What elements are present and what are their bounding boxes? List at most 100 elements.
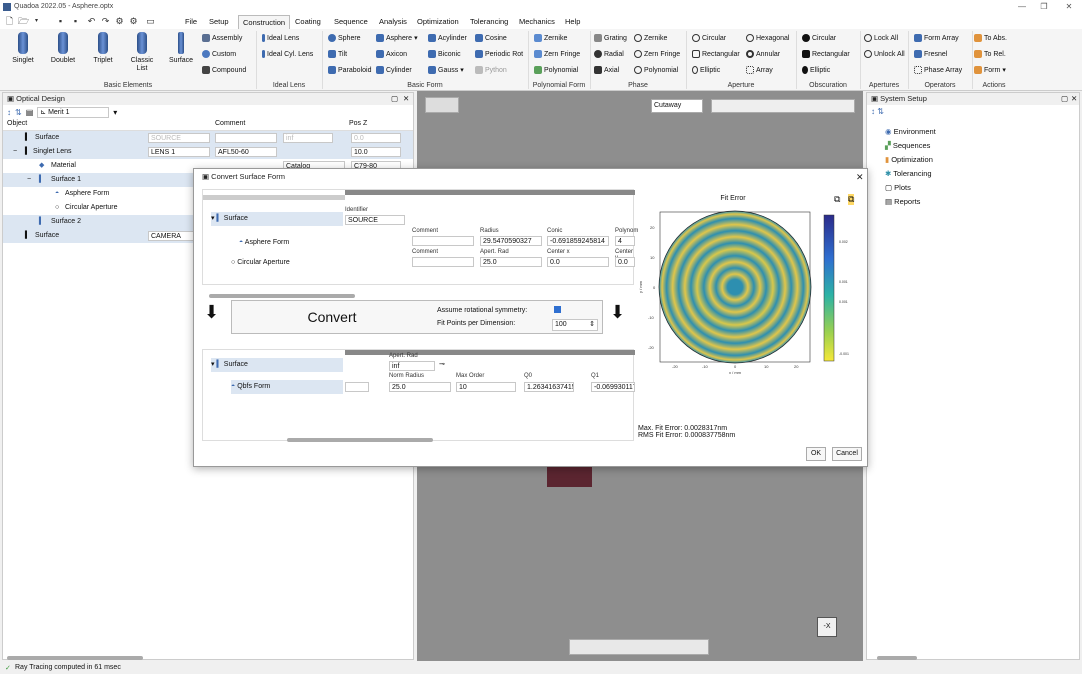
menu-optimization[interactable]: Optimization [413, 17, 463, 26]
system-icon[interactable]: ⚙ [128, 16, 139, 26]
export-icon[interactable]: ⧉ [848, 194, 855, 205]
link-icon[interactable]: ⊸ [439, 360, 445, 368]
axial-button[interactable]: Axial [594, 64, 627, 76]
restore-icon[interactable]: ❐ [1037, 2, 1051, 13]
close-icon[interactable]: ✕ [1062, 2, 1076, 13]
close-icon[interactable]: ✕ [856, 172, 864, 183]
to-abs-button[interactable]: To Abs. [974, 32, 1007, 44]
asphere-form-row[interactable]: ◓ Asphere Form [239, 236, 289, 250]
cosine-button[interactable]: Cosine [475, 32, 523, 44]
acylinder-button[interactable]: Acylinder [428, 32, 467, 44]
phase-zern-fringe-button[interactable]: Zern Fringe [634, 48, 680, 60]
cutaway-select[interactable]: Cutaway [651, 99, 703, 113]
viewport-toolbar[interactable] [711, 99, 855, 113]
dropdown-icon[interactable]: ▾ [31, 16, 42, 26]
assume-symmetry-checkbox[interactable] [554, 306, 561, 313]
merit-select[interactable]: ⊾ Merit 1 [37, 106, 110, 118]
menu-mechanics[interactable]: Mechanics [515, 17, 559, 26]
new-file-icon[interactable]: 🗋 [4, 16, 15, 26]
asphere-comment-field[interactable] [412, 236, 474, 246]
tree-row-singlet-lens[interactable]: − ▍ Singlet Lens LENS 1 AFL50-60 10.0 [3, 145, 413, 159]
lens-editor-icon[interactable]: ⚙ [114, 16, 125, 26]
phase-array-button[interactable]: Phase Array [914, 64, 962, 76]
tree-item-tolerancing[interactable]: ✱ Tolerancing [885, 167, 1079, 181]
save-icon[interactable]: ▪ [55, 16, 66, 26]
lock-all-button[interactable]: Lock All [864, 32, 905, 44]
row-field[interactable] [215, 133, 277, 143]
float-icon[interactable]: ▢ [1061, 94, 1068, 103]
sphere-button[interactable]: Sphere [328, 32, 371, 44]
aperture-elliptic-button[interactable]: Elliptic [692, 64, 740, 76]
horizontal-scrollbar[interactable] [877, 656, 917, 660]
gauss-button[interactable]: Gauss ▾ [428, 64, 467, 76]
menu-construction[interactable]: Construction [238, 15, 291, 29]
norm-radius-field[interactable]: 25.0 [389, 382, 451, 392]
menu-analysis[interactable]: Analysis [375, 17, 411, 26]
menu-setup[interactable]: Setup [205, 17, 233, 26]
tree-item-sequences[interactable]: ▞ Sequences [885, 139, 1079, 153]
spin-icon[interactable]: ⇕ [589, 320, 595, 329]
obscuration-rectangular-button[interactable]: Rectangular [802, 48, 850, 60]
polynom-field[interactable]: 4 [615, 236, 635, 246]
qbfs-comment-field[interactable] [345, 382, 369, 392]
q0-field[interactable]: 1.26341637415 [524, 382, 574, 392]
open-folder-icon[interactable]: 🗁 [18, 16, 29, 26]
menu-help[interactable]: Help [561, 17, 584, 26]
menu-tolerancing[interactable]: Tolerancing [466, 17, 512, 26]
center-x-field[interactable]: 0.0 [547, 257, 609, 267]
table-icon[interactable]: ▤ [26, 108, 34, 117]
redo-icon[interactable]: ↷ [100, 16, 111, 26]
ok-button[interactable]: OK [806, 447, 826, 461]
aperture-annular-button[interactable]: Annular [746, 48, 789, 60]
aperture-hexagonal-button[interactable]: Hexagonal [746, 32, 789, 44]
fresnel-button[interactable]: Fresnel [914, 48, 962, 60]
horizontal-scrollbar[interactable] [7, 656, 143, 660]
target-surface-row[interactable]: ▾ ▍ Surface [211, 358, 343, 372]
row-thickness[interactable]: inf [283, 133, 333, 143]
doublet-button[interactable]: Doublet [48, 32, 78, 64]
fit-points-spinner[interactable]: 100 ⇕ [552, 319, 598, 331]
to-rel-button[interactable]: To Rel. [974, 48, 1007, 60]
save-as-icon[interactable]: ▪ [70, 16, 81, 26]
ideal-cyl-lens-button[interactable]: Ideal Cyl. Lens [262, 48, 313, 60]
triplet-button[interactable]: Triplet [88, 32, 118, 64]
conic-field[interactable]: -0.691859245814 [547, 236, 609, 246]
horizontal-scrollbar[interactable] [287, 438, 433, 442]
biconic-button[interactable]: Biconic [428, 48, 467, 60]
source-surface-row[interactable]: ▾ ▍ Surface [211, 212, 343, 226]
sort-icon[interactable]: ↕ [7, 108, 11, 117]
tilt-button[interactable]: Tilt [328, 48, 371, 60]
phase-zernike-button[interactable]: Zernike [634, 32, 680, 44]
sort-icon[interactable]: ↕ ⇅ [871, 107, 884, 116]
paraboloid-button[interactable]: Paraboloid [328, 64, 371, 76]
apert-rad-field[interactable]: 25.0 [480, 257, 542, 267]
compound-button[interactable]: Compound [202, 64, 246, 76]
obscuration-elliptic-button[interactable]: Elliptic [802, 64, 850, 76]
zernike-button[interactable]: Zernike [534, 32, 580, 44]
sort-alt-icon[interactable]: ⇅ [15, 108, 22, 117]
form-action-button[interactable]: Form ▾ [974, 64, 1007, 76]
surface-button[interactable]: Surface [166, 32, 196, 64]
singlet-button[interactable]: Singlet [8, 32, 38, 64]
row-comment[interactable]: SOURCE [148, 133, 210, 143]
layout-icon[interactable]: ▭ [145, 16, 156, 26]
zern-fringe-button[interactable]: Zern Fringe [534, 48, 580, 60]
aperture-array-button[interactable]: Array [746, 64, 789, 76]
view-orientation-toolbar[interactable] [569, 639, 709, 655]
row-part[interactable]: AFL50-60 [215, 147, 277, 157]
close-icon[interactable]: ✕ [403, 94, 409, 103]
phase-polynomial-button[interactable]: Polynomial [634, 64, 680, 76]
q1-field[interactable]: -0.069930117 [591, 382, 635, 392]
obscuration-circular-button[interactable]: Circular [802, 32, 850, 44]
row-comment[interactable]: CAMERA [148, 231, 198, 241]
assembly-button[interactable]: Assembly [202, 32, 246, 44]
aperture-circular-button[interactable]: Circular [692, 32, 740, 44]
row-comment[interactable]: LENS 1 [148, 147, 210, 157]
cylinder-button[interactable]: Cylinder [376, 64, 418, 76]
cancel-button[interactable]: Cancel [832, 447, 862, 461]
menu-coating[interactable]: Coating [291, 17, 325, 26]
tree-item-reports[interactable]: ▤ Reports [885, 195, 1079, 209]
undo-icon[interactable]: ↶ [86, 16, 97, 26]
axis-view-button[interactable]: -X [817, 617, 837, 637]
max-order-spinner[interactable]: 10 [456, 382, 516, 392]
